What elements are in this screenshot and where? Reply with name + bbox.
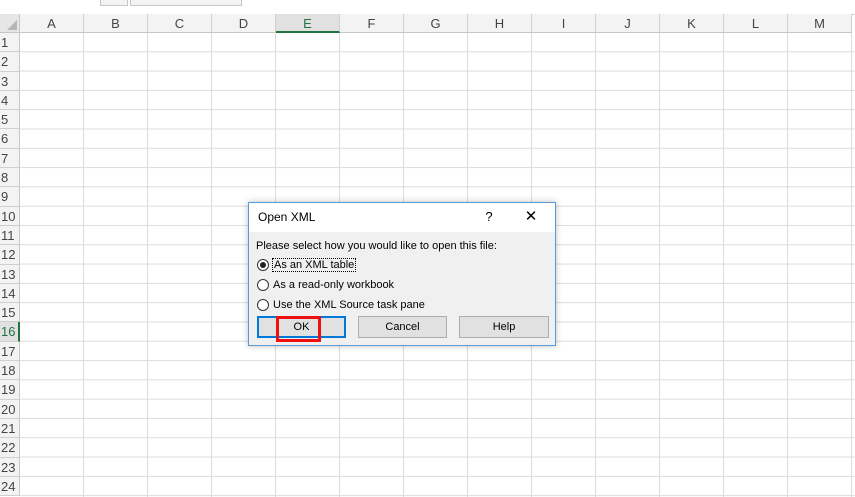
row-header[interactable]: 12	[0, 245, 20, 265]
column-header[interactable]: D	[212, 14, 276, 33]
column-header[interactable]: H	[468, 14, 532, 33]
row-header[interactable]: 8	[0, 168, 20, 188]
row-header[interactable]: 2	[0, 52, 20, 72]
close-icon[interactable]: ✕	[519, 205, 543, 229]
dialog-prompt: Please select how you would like to open…	[256, 240, 497, 252]
column-header[interactable]: E	[276, 14, 340, 33]
row-header[interactable]: 1	[0, 33, 20, 53]
open-xml-dialog: Open XML ? ✕ Please select how you would…	[248, 202, 556, 346]
dialog-titlebar: Open XML ? ✕	[249, 203, 555, 232]
dialog-title: Open XML	[258, 210, 316, 224]
column-header[interactable]: A	[20, 14, 84, 33]
row-header[interactable]: 18	[0, 361, 20, 381]
row-header[interactable]: 15	[0, 303, 20, 323]
row-header[interactable]: 9	[0, 187, 20, 207]
column-header[interactable]: I	[532, 14, 596, 33]
cancel-button[interactable]: Cancel	[358, 316, 447, 338]
row-header[interactable]: 19	[0, 380, 20, 400]
option-label: As a read-only workbook	[273, 279, 395, 291]
column-header[interactable]: K	[660, 14, 724, 33]
row-header[interactable]: 10	[0, 206, 20, 226]
row-header[interactable]: 20	[0, 399, 20, 419]
help-button[interactable]: Help	[459, 316, 549, 338]
row-header[interactable]: 5	[0, 110, 20, 130]
row-header[interactable]: 22	[0, 438, 20, 458]
row-header[interactable]: 16	[0, 322, 20, 342]
row-header[interactable]: 21	[0, 418, 20, 439]
row-header[interactable]: 23	[0, 457, 20, 477]
ribbon-edge	[100, 0, 128, 6]
option-label: Use the XML Source task pane	[273, 299, 425, 311]
radio-xml-source-pane[interactable]	[257, 299, 269, 311]
column-header[interactable]: J	[596, 14, 660, 33]
option-label: As an XML table	[271, 258, 357, 272]
column-header[interactable]: B	[84, 14, 148, 33]
ok-button[interactable]: OK	[257, 316, 346, 338]
row-header[interactable]: 6	[0, 129, 20, 149]
row-header[interactable]: 13	[0, 264, 20, 284]
formula-bar-strip	[0, 0, 855, 15]
column-header[interactable]: G	[404, 14, 468, 33]
option-read-only-workbook[interactable]: As a read-only workbook	[257, 277, 394, 293]
row-headers: 1 2 3 4 5 6 7 8 9 10 11 12 13 14 15 16 17 18 19 20 21 22 23 24	[0, 33, 20, 497]
row-header[interactable]: 4	[0, 90, 20, 111]
option-xml-table[interactable]: As an XML table	[257, 257, 357, 273]
select-all-button[interactable]	[0, 14, 20, 33]
ribbon-edge	[130, 0, 242, 6]
column-header[interactable]: M	[788, 14, 852, 33]
row-header[interactable]: 14	[0, 283, 20, 304]
row-header[interactable]: 7	[0, 148, 20, 169]
row-header[interactable]: 11	[0, 225, 20, 246]
help-question-icon[interactable]: ?	[479, 205, 499, 229]
radio-read-only-workbook[interactable]	[257, 279, 269, 291]
column-header[interactable]: L	[724, 14, 788, 33]
row-header[interactable]: 24	[0, 476, 20, 497]
radio-xml-table[interactable]	[257, 259, 269, 271]
column-header[interactable]: C	[148, 14, 212, 33]
row-header[interactable]: 3	[0, 71, 20, 91]
option-xml-source-pane[interactable]: Use the XML Source task pane	[257, 297, 425, 313]
column-header[interactable]: F	[340, 14, 404, 33]
column-headers: ABCDEFGHIJKLM	[20, 14, 852, 33]
row-header[interactable]: 17	[0, 341, 20, 362]
